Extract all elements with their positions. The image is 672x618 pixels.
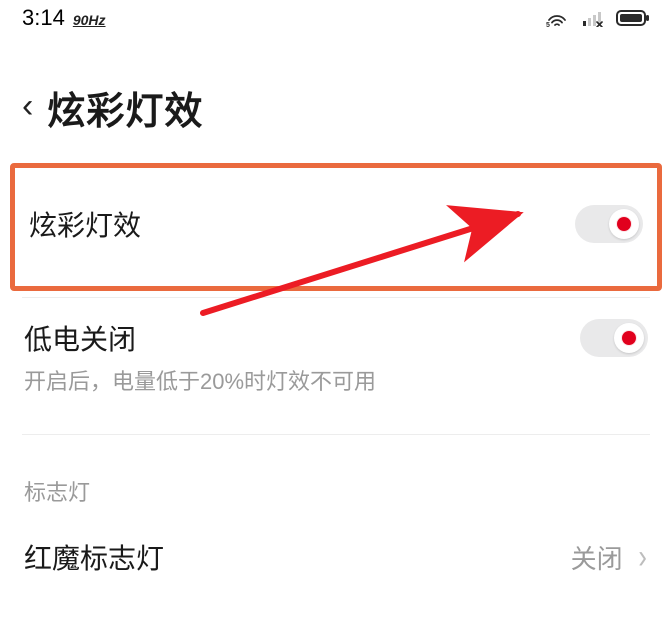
status-refresh-rate: 90Hz <box>73 12 106 28</box>
status-left: 3:14 90Hz <box>22 5 106 31</box>
toggle-knob <box>614 323 644 353</box>
light-effect-label: 炫彩灯效 <box>29 204 141 244</box>
back-icon[interactable]: ‹ <box>22 89 33 123</box>
page-header: ‹ 炫彩灯效 <box>0 36 672 145</box>
logo-light-label: 红魔标志灯 <box>24 537 164 577</box>
chevron-right-icon: › <box>638 540 646 574</box>
light-effect-toggle[interactable] <box>575 205 643 243</box>
logo-light-right: 关闭 › <box>571 539 648 576</box>
cellular-no-signal-icon <box>580 8 606 28</box>
page-title: 炫彩灯效 <box>47 80 203 135</box>
status-right: 5 <box>544 8 650 28</box>
toggle-indicator-icon <box>617 217 631 231</box>
logo-light-value: 关闭 <box>571 539 623 576</box>
toggle-indicator-icon <box>622 331 636 345</box>
low-battery-off-sub: 开启后，电量低于20%时灯效不可用 <box>24 364 648 396</box>
low-battery-off-row: 低电关闭 开启后，电量低于20%时灯效不可用 <box>0 298 672 422</box>
status-time: 3:14 <box>22 5 65 31</box>
light-effect-row-highlight: 炫彩灯效 <box>10 163 662 291</box>
svg-text:5: 5 <box>546 22 550 28</box>
section-spacer <box>0 435 672 473</box>
low-battery-off-toggle[interactable] <box>580 319 648 357</box>
wifi-icon: 5 <box>544 8 570 28</box>
low-battery-off-label: 低电关闭 <box>24 318 136 358</box>
status-bar: 3:14 90Hz 5 <box>0 0 672 36</box>
section-title: 标志灯 <box>0 473 672 507</box>
logo-light-row[interactable]: 红魔标志灯 关闭 › <box>0 507 672 599</box>
toggle-knob <box>609 209 639 239</box>
battery-icon <box>616 8 650 28</box>
